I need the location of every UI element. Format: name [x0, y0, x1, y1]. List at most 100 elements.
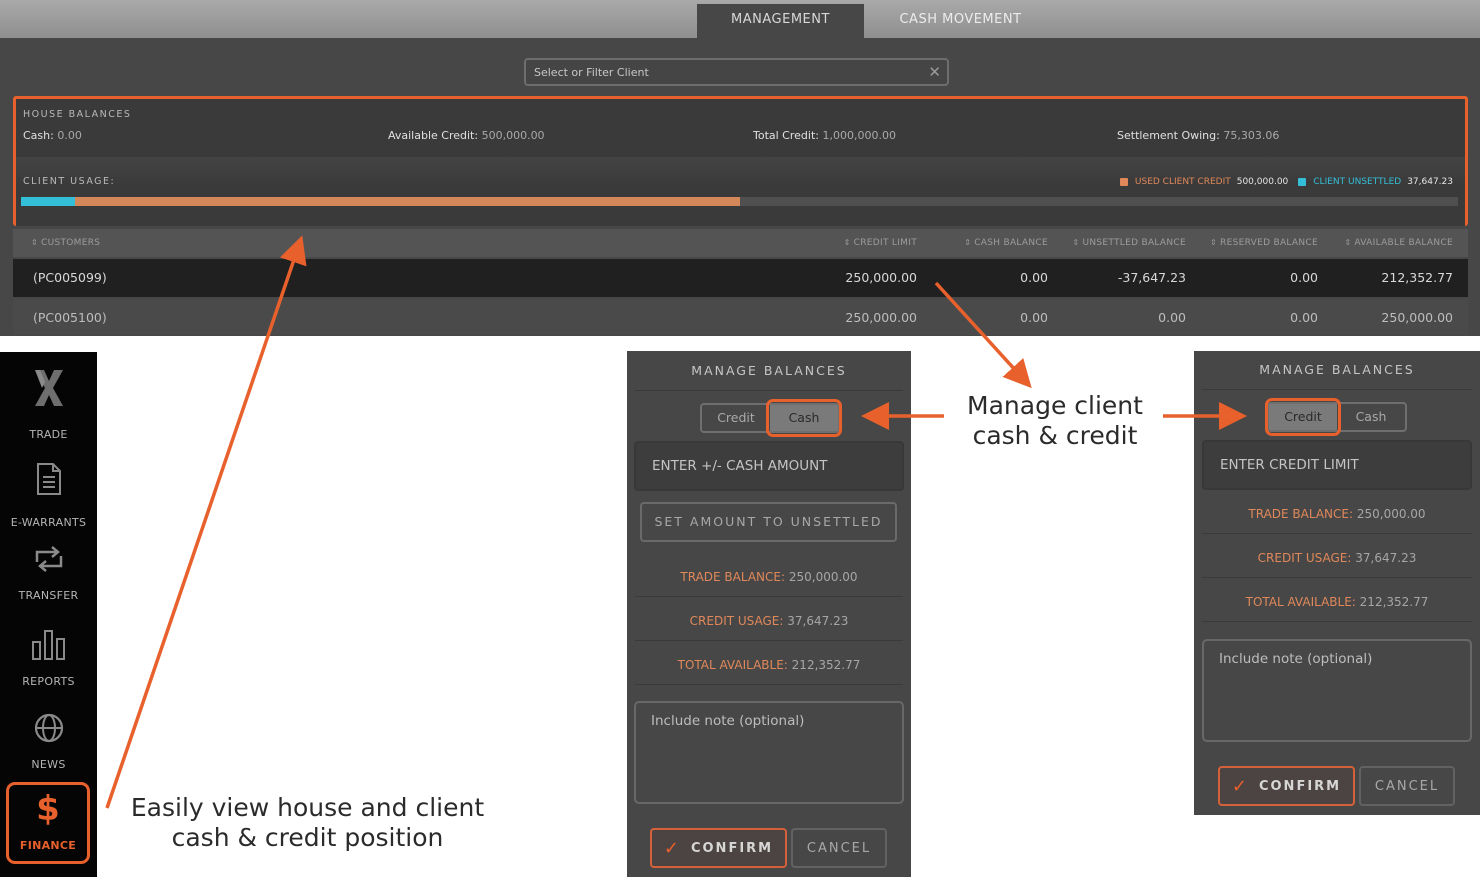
sidebar-item-reports[interactable]: REPORTS: [0, 629, 97, 688]
cell-credit-limit: 250,000.00: [845, 270, 917, 285]
note-textarea[interactable]: [1204, 641, 1470, 740]
tab-bar: MANAGEMENT CASH MOVEMENT: [0, 0, 1480, 38]
customers-table: ⇕ CUSTOMERS ⇕ CREDIT LIMIT ⇕ CASH BALANCE ⇕…: [13, 229, 1468, 335]
sidebar-label: TRANSFER: [18, 589, 79, 602]
total-available-stat: TOTAL AVAILABLE: 212,352.77: [627, 658, 911, 672]
usage-bar-unsettled: [21, 197, 76, 206]
house-available-credit: Available Credit: 500,000.00: [388, 129, 545, 142]
house-cash: Cash: 0.00: [23, 129, 82, 142]
legend-label-used-credit: USED CLIENT CREDIT: [1134, 177, 1231, 187]
balance-type-toggle: Credit Cash: [700, 399, 842, 437]
stat-label: TOTAL AVAILABLE:: [1245, 595, 1356, 609]
dollar-icon: $: [36, 789, 60, 829]
note-textarea[interactable]: [636, 703, 902, 802]
column-label: RESERVED BALANCE: [1220, 238, 1318, 248]
segment-cash[interactable]: Cash: [1337, 404, 1405, 430]
sidebar-item-transfer[interactable]: TRANSFER: [0, 544, 97, 602]
divider: [1202, 533, 1472, 534]
balance-type-toggle: Credit Cash: [1265, 398, 1407, 436]
segment-cash[interactable]: Cash: [766, 399, 842, 437]
divider: [1202, 621, 1472, 622]
note-field: [1202, 639, 1472, 742]
legend-swatch-used-credit: [1119, 178, 1128, 186]
column-header-cash-balance[interactable]: ⇕ CASH BALANCE: [964, 238, 1048, 248]
column-label: CREDIT LIMIT: [853, 238, 917, 248]
sidebar-item-news[interactable]: NEWS: [0, 712, 97, 771]
sort-icon: ⇕: [964, 238, 972, 247]
segment-credit[interactable]: Credit: [1265, 398, 1341, 436]
confirm-label: CONFIRM: [1258, 778, 1342, 794]
legend-value-used-credit: 500,000.00: [1236, 177, 1289, 187]
table-row[interactable]: (PC005100) 250,000.00 0.00 0.00 0.00 250…: [13, 299, 1468, 335]
sidebar-item-finance[interactable]: $ FINANCE: [6, 782, 90, 864]
sidebar-nav: TRADE E-WARRANTS TRANSFER REPORTS NEWS $…: [0, 352, 97, 877]
cancel-button[interactable]: CANCEL: [1359, 766, 1455, 806]
tab-cash-movement[interactable]: CASH MOVEMENT: [868, 4, 1053, 38]
client-filter: ✕: [524, 58, 949, 86]
cell-cash-balance: 0.00: [1020, 270, 1048, 285]
check-icon: ✓: [1231, 775, 1247, 797]
panel-title: MANAGE BALANCES: [691, 363, 847, 378]
column-header-customers[interactable]: ⇕ CUSTOMERS: [31, 238, 100, 248]
cancel-button[interactable]: CANCEL: [791, 828, 887, 868]
credit-usage-stat: CREDIT USAGE: 37,647.23: [627, 614, 911, 628]
trade-balance-stat: TRADE BALANCE: 250,000.00: [1194, 507, 1480, 521]
sort-icon: ⇕: [843, 238, 851, 247]
column-header-available-balance[interactable]: ⇕ AVAILABLE BALANCE: [1344, 238, 1453, 248]
cash-amount-input[interactable]: [636, 443, 902, 489]
cell-cash-balance: 0.00: [1020, 310, 1048, 325]
confirm-button[interactable]: ✓ CONFIRM: [1218, 766, 1355, 806]
house-settlement-owing: Settlement Owing: 75,303.06: [1117, 129, 1279, 142]
sort-icon: ⇕: [1210, 238, 1218, 247]
column-header-reserved-balance[interactable]: ⇕ RESERVED BALANCE: [1210, 238, 1318, 248]
annotation-manage-client: Manage client cash & credit: [945, 391, 1165, 451]
divider: [1202, 577, 1472, 578]
check-icon: ✓: [663, 837, 679, 859]
client-filter-input[interactable]: [526, 60, 947, 84]
trade-balance-stat: TRADE BALANCE: 250,000.00: [627, 570, 911, 584]
bar-chart-icon: [31, 630, 65, 660]
settlement-owing-value: 75,303.06: [1223, 129, 1280, 142]
usage-bar-used-credit: [21, 197, 740, 206]
credit-limit-input[interactable]: [1204, 442, 1470, 488]
stat-label: CREDIT USAGE:: [689, 614, 784, 628]
table-row[interactable]: (PC005099) 250,000.00 0.00 -37,647.23 0.…: [13, 259, 1468, 297]
column-label: CASH BALANCE: [974, 238, 1048, 248]
set-amount-to-unsettled-button[interactable]: SET AMOUNT TO UNSETTLED: [640, 502, 897, 542]
cell-credit-limit: 250,000.00: [845, 310, 917, 325]
credit-limit-field: [1202, 440, 1472, 490]
cell-unsettled-balance: -37,647.23: [1117, 270, 1186, 285]
segment-credit[interactable]: Credit: [702, 405, 770, 431]
confirm-label: CONFIRM: [690, 840, 774, 856]
sort-icon: ⇕: [31, 238, 39, 247]
sidebar-label: REPORTS: [22, 675, 75, 688]
sidebar-label: NEWS: [31, 758, 66, 771]
divider: [635, 596, 903, 597]
cell-reserved-balance: 0.00: [1290, 270, 1318, 285]
stat-value: 37,647.23: [787, 614, 849, 628]
column-header-unsettled-balance[interactable]: ⇕ UNSETTLED BALANCE: [1072, 238, 1186, 248]
credit-usage-stat: CREDIT USAGE: 37,647.23: [1194, 551, 1480, 565]
column-label: UNSETTLED BALANCE: [1082, 238, 1186, 248]
legend-value-unsettled: 37,647.23: [1407, 177, 1453, 187]
finance-management-view: MANAGEMENT CASH MOVEMENT ✕ HOUSE BALANCE…: [0, 0, 1480, 336]
tab-management[interactable]: MANAGEMENT: [697, 4, 864, 38]
stat-label: TOTAL AVAILABLE:: [677, 658, 788, 672]
confirm-button[interactable]: ✓ CONFIRM: [650, 828, 787, 868]
table-header: ⇕ CUSTOMERS ⇕ CREDIT LIMIT ⇕ CASH BALANCE ⇕…: [13, 229, 1468, 257]
divider: [635, 684, 903, 685]
sidebar-label: TRADE: [29, 428, 68, 441]
divider: [1202, 389, 1472, 390]
annotation-line: Easily view house and client: [130, 793, 485, 822]
stat-value: 250,000.00: [1356, 507, 1426, 521]
house-cash-value: 0.00: [57, 129, 82, 142]
sidebar-item-e-warrants[interactable]: E-WARRANTS: [0, 462, 97, 529]
column-header-credit-limit[interactable]: ⇕ CREDIT LIMIT: [844, 238, 917, 248]
document-icon: [36, 463, 61, 495]
close-icon[interactable]: ✕: [928, 63, 941, 81]
house-balances-panel: HOUSE BALANCES Cash: 0.00 Available Cred…: [13, 96, 1468, 226]
cell-customer: (PC005100): [33, 310, 107, 325]
stat-label: TRADE BALANCE:: [680, 570, 786, 584]
sidebar-item-trade[interactable]: TRADE: [0, 368, 97, 441]
divider: [635, 640, 903, 641]
